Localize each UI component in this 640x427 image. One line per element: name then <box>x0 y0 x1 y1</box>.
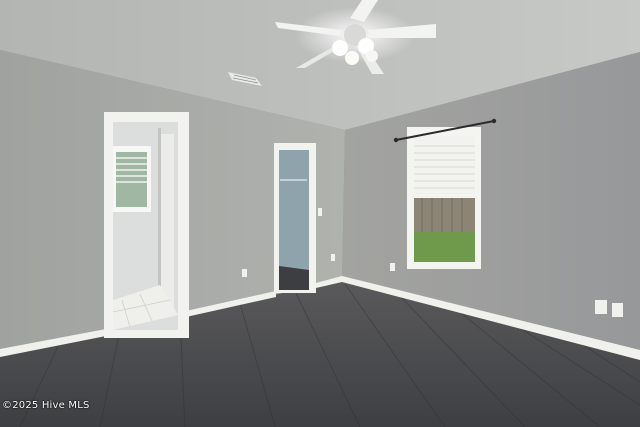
outlet <box>390 263 395 271</box>
right-window <box>407 127 481 269</box>
room-illustration <box>0 0 640 427</box>
outlet <box>331 254 335 261</box>
closet-doorway <box>274 143 316 293</box>
outlet <box>242 269 247 277</box>
bathroom-doorway <box>104 112 189 338</box>
outlet <box>595 300 607 314</box>
room-photo: ©2025 Hive MLS <box>0 0 640 427</box>
light-switch <box>318 208 322 216</box>
outlet <box>612 303 623 317</box>
watermark: ©2025 Hive MLS <box>2 400 90 411</box>
